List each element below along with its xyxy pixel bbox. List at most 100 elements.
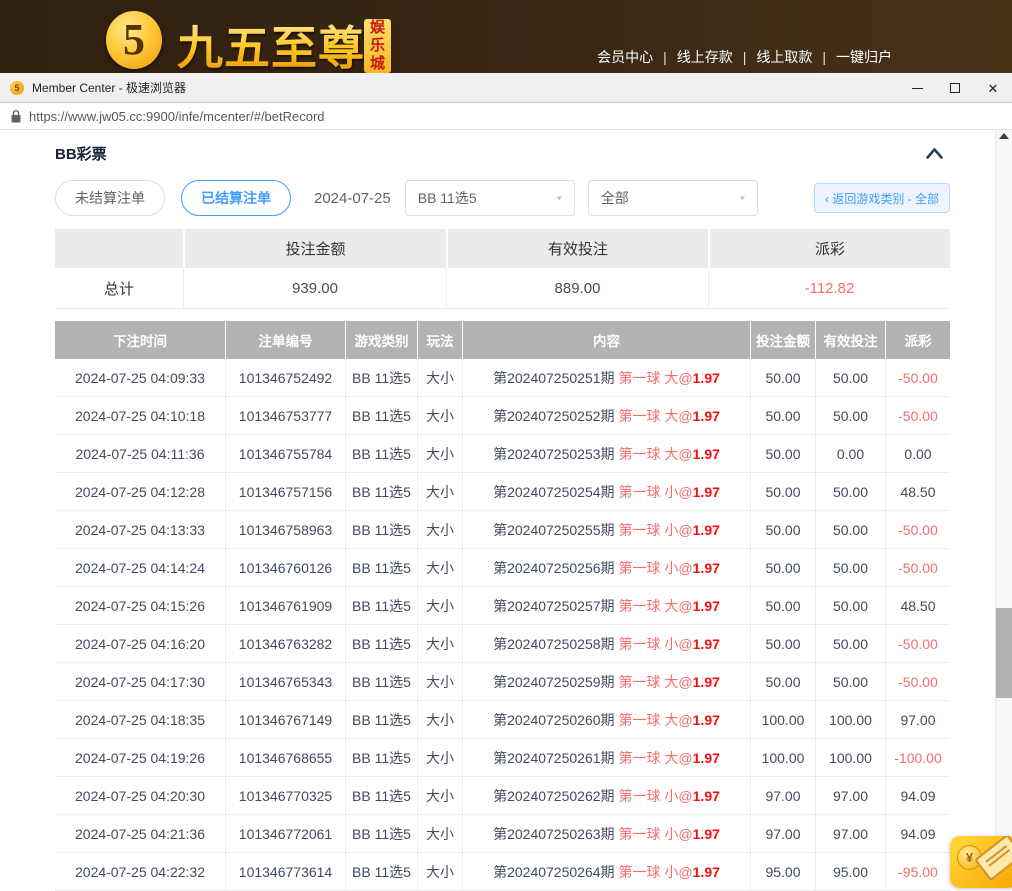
table-row: 2024-07-25 04:11:36 101346755784 BB 11选5… [55,435,950,473]
odds-value: 1.97 [693,750,720,766]
minimize-button[interactable] [898,73,936,103]
play-type: 大小 [417,663,462,701]
badge-char: 城 [364,55,391,73]
valid-bet: 50.00 [815,473,885,511]
valid-bet: 50.00 [815,549,885,587]
table-row: 2024-07-25 04:12:28 101346757156 BB 11选5… [55,473,950,511]
summary-col-bet-amount: 投注金额 [183,229,446,268]
play-type: 大小 [417,777,462,815]
bet-amount: 50.00 [750,397,815,435]
unsettled-bets-button[interactable]: 未结算注单 [55,180,165,216]
pick-text: 第一球 大@ [619,596,693,616]
maximize-button[interactable] [936,73,974,103]
nav-separator: | [663,49,667,65]
favicon-icon: 5 [10,81,24,95]
period-text: 第202407250254期 [493,482,614,502]
badge-char: 乐 [364,37,391,55]
bet-content: 第202407250261期第一球 大@1.97 [462,739,750,777]
settled-bets-button[interactable]: 已结算注单 [181,180,291,216]
pick-text: 第一球 大@ [619,406,693,426]
nav-one-key-transfer[interactable]: 一键归户 [836,47,892,67]
game-type: BB 11选5 [345,511,417,549]
period-text: 第202407250262期 [493,786,614,806]
summary-col-payout: 派彩 [708,229,950,268]
summary-valid-bet: 889.00 [446,268,708,308]
table-row: 2024-07-25 04:16:20 101346763282 BB 11选5… [55,625,950,663]
game-type: BB 11选5 [345,625,417,663]
odds-value: 1.97 [693,408,720,424]
bet-amount: 95.00 [750,853,815,891]
period-text: 第202407250251期 [493,368,614,388]
period-text: 第202407250263期 [493,824,614,844]
odds-value: 1.97 [693,370,720,386]
top-nav: 会员中心 | 线上存款 | 线上取款 | 一键归户 [597,47,892,67]
table-row: 2024-07-25 04:17:30 101346765343 BB 11选5… [55,663,950,701]
valid-bet: 95.00 [815,853,885,891]
bet-time: 2024-07-25 04:21:36 [55,815,225,853]
game-select[interactable]: BB 11选5 ▼ [405,180,575,216]
date-filter[interactable]: 2024-07-25 [314,190,391,207]
bet-time: 2024-07-25 04:10:18 [55,397,225,435]
site-header: 5 九五至尊 娱 乐 城 会员中心 | 线上存款 | 线上取款 | 一键归户 [0,0,1012,73]
floating-deposit-button[interactable]: ¥ [950,836,1012,888]
bet-content: 第202407250251期第一球 大@1.97 [462,359,750,397]
game-type: BB 11选5 [345,359,417,397]
nav-member-center[interactable]: 会员中心 [597,47,653,67]
bet-id: 101346765343 [225,663,345,701]
game-select-value: BB 11选5 [418,188,477,208]
col-bet-id: 注单编号 [225,321,345,359]
table-row: 2024-07-25 04:13:33 101346758963 BB 11选5… [55,511,950,549]
url-bar[interactable]: https://www.jw05.cc:9900/infe/mcenter/#/… [0,103,1012,130]
bet-id: 101346773614 [225,853,345,891]
odds-value: 1.97 [693,636,720,652]
scrollbar-thumb[interactable] [996,608,1012,698]
bet-amount: 50.00 [750,435,815,473]
summary-col-blank [55,229,183,268]
game-type: BB 11选5 [345,397,417,435]
scrollbar[interactable] [995,130,1012,880]
valid-bet: 50.00 [815,359,885,397]
pick-text: 第一球 小@ [619,482,693,502]
back-to-game-category-button[interactable]: ‹ 返回游戏类别 - 全部 [814,183,950,213]
valid-bet: 97.00 [815,815,885,853]
summary-total-label: 总计 [55,268,183,308]
scroll-up-arrow-icon[interactable] [999,133,1009,139]
scope-select[interactable]: 全部 ▼ [588,180,758,216]
valid-bet: 97.00 [815,777,885,815]
play-type: 大小 [417,359,462,397]
nav-online-withdraw[interactable]: 线上取款 [756,47,812,67]
period-text: 第202407250261期 [493,748,614,768]
bet-time: 2024-07-25 04:12:28 [55,473,225,511]
bet-time: 2024-07-25 04:14:24 [55,549,225,587]
bet-content: 第202407250258期第一球 小@1.97 [462,625,750,663]
payout: -95.00 [885,853,950,891]
nav-online-deposit[interactable]: 线上存款 [677,47,733,67]
play-type: 大小 [417,397,462,435]
game-type: BB 11选5 [345,587,417,625]
summary-payout: -112.82 [708,268,950,308]
payout: 94.09 [885,815,950,853]
col-content: 内容 [462,321,750,359]
banknote-icon [974,836,1012,881]
bet-id: 101346768655 [225,739,345,777]
chevron-down-icon: ▼ [555,194,564,202]
odds-value: 1.97 [693,674,720,690]
bet-amount: 50.00 [750,473,815,511]
bet-amount: 50.00 [750,511,815,549]
game-type: BB 11选5 [345,473,417,511]
collapse-chevron-up-icon[interactable] [926,148,943,159]
maximize-icon [950,83,960,93]
game-type: BB 11选5 [345,777,417,815]
close-button[interactable]: ✕ [974,73,1012,103]
payout: -50.00 [885,625,950,663]
odds-value: 1.97 [693,788,720,804]
table-row: 2024-07-25 04:10:18 101346753777 BB 11选5… [55,397,950,435]
bet-amount: 50.00 [750,625,815,663]
bet-content: 第202407250262期第一球 小@1.97 [462,777,750,815]
period-text: 第202407250255期 [493,520,614,540]
play-type: 大小 [417,473,462,511]
odds-value: 1.97 [693,712,720,728]
bet-amount: 50.00 [750,587,815,625]
valid-bet: 100.00 [815,739,885,777]
period-text: 第202407250253期 [493,444,614,464]
